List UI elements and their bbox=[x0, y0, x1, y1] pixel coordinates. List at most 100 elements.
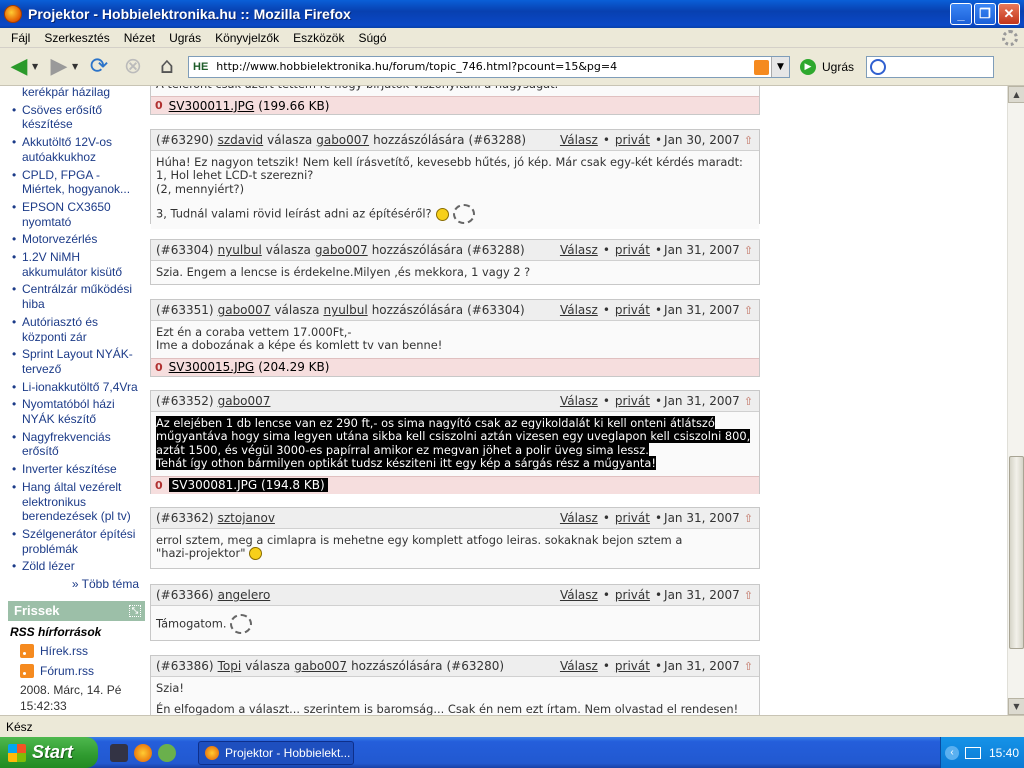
maximize-button[interactable]: ❐ bbox=[974, 3, 996, 25]
reply-button[interactable]: Válasz bbox=[560, 303, 598, 317]
attachment-link[interactable]: SV300081.JPG bbox=[172, 478, 258, 492]
list-item[interactable]: • Inverter készítése bbox=[8, 462, 145, 477]
list-item[interactable]: • CPLD, FPGA - Miértek, hogyanok... bbox=[8, 168, 145, 197]
post-author[interactable]: Topi bbox=[218, 659, 242, 673]
right-blank-area bbox=[760, 86, 1008, 715]
private-message-button[interactable]: privát bbox=[615, 243, 650, 257]
menu-help[interactable]: Súgó bbox=[351, 31, 393, 45]
forum-post: (#63304) nyulbul válasza gabo007 hozzász… bbox=[150, 239, 760, 285]
scroll-top-icon[interactable]: ⇧ bbox=[744, 660, 753, 673]
post-author[interactable]: sztojanov bbox=[218, 511, 275, 525]
home-icon[interactable]: ⌂ bbox=[152, 52, 182, 82]
reply-to-user[interactable]: gabo007 bbox=[316, 133, 369, 147]
private-message-button[interactable]: privát bbox=[615, 133, 650, 147]
close-button[interactable]: ✕ bbox=[998, 3, 1020, 25]
menu-tools[interactable]: Eszközök bbox=[286, 31, 351, 45]
reload-icon[interactable]: ⟳ bbox=[84, 52, 114, 82]
scroll-up-icon[interactable]: ▲ bbox=[1008, 86, 1024, 103]
scroll-thumb[interactable] bbox=[1009, 456, 1024, 649]
attachment-link[interactable]: SV300015.JPG bbox=[169, 360, 255, 374]
scroll-top-icon[interactable]: ⇧ bbox=[744, 589, 753, 602]
reply-button[interactable]: Válasz bbox=[560, 588, 598, 602]
list-item[interactable]: • Autóriasztó és központi zár bbox=[8, 315, 145, 344]
scroll-down-icon[interactable]: ▼ bbox=[1008, 698, 1024, 715]
forum-post: (#63386) Topi válasza gabo007 hozzászólá… bbox=[150, 655, 760, 715]
menu-edit[interactable]: Szerkesztés bbox=[37, 31, 116, 45]
post-author[interactable]: nyulbul bbox=[218, 243, 262, 257]
rss-link-forum[interactable]: Fórum.rss bbox=[8, 661, 145, 681]
private-message-button[interactable]: privát bbox=[615, 394, 650, 408]
list-item[interactable]: • Zöld lézer bbox=[8, 559, 145, 574]
google-search-icon bbox=[870, 58, 887, 75]
url-dropdown-icon[interactable]: ▼ bbox=[771, 56, 789, 77]
waving-emoticon-icon bbox=[452, 204, 475, 225]
quicklaunch-desktop-icon[interactable] bbox=[110, 743, 128, 762]
start-button[interactable]: Start bbox=[0, 737, 98, 768]
list-item[interactable]: • Nagyfrekvenciás erősítő bbox=[8, 430, 145, 459]
collapse-icon[interactable]: ⤡ bbox=[129, 605, 141, 618]
tray-expand-icon[interactable]: ‹ bbox=[945, 745, 959, 760]
list-item[interactable]: • Centrálzár működési hiba bbox=[8, 282, 145, 311]
reply-button[interactable]: Válasz bbox=[560, 243, 598, 257]
url-bar[interactable]: HE http://www.hobbielektronika.hu/forum/… bbox=[188, 55, 790, 78]
private-message-button[interactable]: privát bbox=[615, 303, 650, 317]
menu-view[interactable]: Nézet bbox=[117, 31, 162, 45]
list-item[interactable]: • Li-ionakkutöltő 7,4Vra bbox=[8, 380, 145, 395]
list-item[interactable]: • Motorvezérlés bbox=[8, 232, 145, 247]
scroll-top-icon[interactable]: ⇧ bbox=[744, 512, 753, 525]
post-date: Jan 31, 2007 bbox=[664, 511, 740, 525]
url-text[interactable]: http://www.hobbielektronika.hu/forum/top… bbox=[216, 60, 617, 73]
quicklaunch-firefox-icon[interactable] bbox=[134, 743, 152, 762]
list-item[interactable]: • Csöves erősítő készítése bbox=[8, 103, 145, 132]
post-author[interactable]: angelero bbox=[218, 588, 271, 602]
scroll-top-icon[interactable]: ⇧ bbox=[744, 244, 753, 257]
menu-file[interactable]: Fájl bbox=[4, 31, 37, 45]
reply-button[interactable]: Válasz bbox=[560, 133, 598, 147]
vertical-scrollbar[interactable]: ▲ ▼ bbox=[1007, 86, 1024, 715]
reply-button[interactable]: Válasz bbox=[560, 511, 598, 525]
post-author[interactable]: szdavid bbox=[218, 133, 264, 147]
reply-button[interactable]: Válasz bbox=[560, 659, 598, 673]
post-author[interactable]: gabo007 bbox=[218, 303, 271, 317]
list-item[interactable]: • Sprint Layout NYÁK-tervező bbox=[8, 347, 145, 376]
list-item[interactable]: • 1.2V NiMH akkumulátor kisütő bbox=[8, 250, 145, 279]
private-message-button[interactable]: privát bbox=[615, 659, 650, 673]
scroll-top-icon[interactable]: ⇧ bbox=[744, 304, 753, 317]
list-item[interactable]: • Szélgenerátor építési problémák bbox=[8, 527, 145, 556]
post-author[interactable]: gabo007 bbox=[218, 394, 271, 408]
go-arrow-icon[interactable]: ▶ bbox=[800, 58, 816, 75]
more-topics-link[interactable]: » Több téma bbox=[8, 577, 145, 591]
private-message-button[interactable]: privát bbox=[615, 511, 650, 525]
reply-to-user[interactable]: gabo007 bbox=[315, 243, 368, 257]
quicklaunch-messenger-icon[interactable] bbox=[158, 743, 176, 762]
minimize-button[interactable]: _ bbox=[950, 3, 972, 25]
rss-feed-icon[interactable] bbox=[754, 59, 769, 75]
search-input[interactable] bbox=[866, 55, 995, 78]
taskbar: Start Projektor - Hobbielekt... ‹ 15:40 bbox=[0, 737, 1024, 768]
menu-go[interactable]: Ugrás bbox=[162, 31, 208, 45]
list-item[interactable]: • Nyomtatóból házi NYÁK készítő bbox=[8, 397, 145, 426]
attachment-link[interactable]: SV300011.JPG bbox=[169, 99, 255, 113]
reply-button[interactable]: Válasz bbox=[560, 394, 598, 408]
scroll-top-icon[interactable]: ⇧ bbox=[744, 395, 753, 408]
forward-arrow-icon[interactable]: ▶ bbox=[44, 52, 74, 82]
stop-icon[interactable]: ⊗ bbox=[118, 52, 148, 82]
reply-to-user[interactable]: nyulbul bbox=[323, 303, 367, 317]
network-icon[interactable] bbox=[965, 746, 981, 759]
page-content: kerékpár házilag • Csöves erősítő készíté… bbox=[0, 86, 1024, 715]
list-item[interactable]: • EPSON CX3650 nyomtató bbox=[8, 200, 145, 229]
forward-dropdown-icon[interactable]: ▼ bbox=[72, 62, 80, 71]
list-item[interactable]: kerékpár házilag bbox=[8, 86, 145, 100]
rss-link-news[interactable]: Hírek.rss bbox=[8, 641, 145, 661]
menu-bookmarks[interactable]: Könyvjelzők bbox=[208, 31, 286, 45]
taskbar-window-firefox[interactable]: Projektor - Hobbielekt... bbox=[198, 740, 354, 765]
private-message-button[interactable]: privát bbox=[615, 588, 650, 602]
list-item[interactable]: • Akkutöltő 12V-os autóakkukhoz bbox=[8, 135, 145, 164]
list-item[interactable]: • Hang által vezérelt elektronikus berend… bbox=[8, 480, 145, 524]
reply-to-user[interactable]: gabo007 bbox=[294, 659, 347, 673]
scroll-top-icon[interactable]: ⇧ bbox=[744, 134, 753, 147]
back-dropdown-icon[interactable]: ▼ bbox=[32, 62, 40, 71]
go-button[interactable]: Ugrás bbox=[822, 60, 854, 74]
back-arrow-icon[interactable]: ◀ bbox=[4, 52, 34, 82]
reply-to-id: (#63280) bbox=[446, 659, 505, 673]
